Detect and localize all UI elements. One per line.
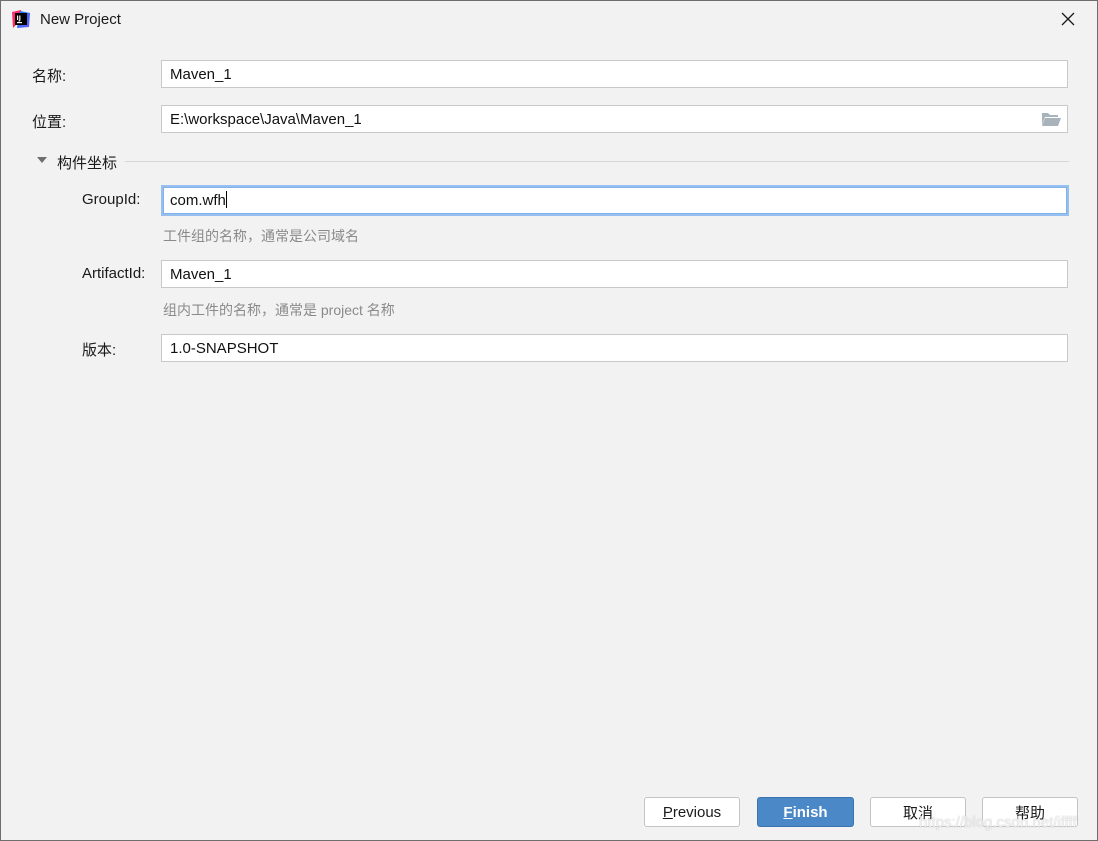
svg-text:IJ: IJ: [17, 15, 21, 22]
cancel-button[interactable]: 取消: [870, 797, 966, 827]
title-bar: IJ New Project: [1, 1, 1097, 39]
folder-open-icon[interactable]: [1041, 111, 1061, 127]
finish-mnemonic: F: [783, 803, 793, 821]
artifactid-input[interactable]: [161, 260, 1068, 288]
artifactid-hint: 组内工件的名称，通常是 project 名称: [163, 302, 395, 318]
section-divider: [125, 161, 1069, 162]
groupid-input[interactable]: com.wfh: [161, 185, 1069, 216]
location-input[interactable]: [161, 105, 1068, 133]
name-label: 名称:: [32, 68, 67, 85]
new-project-dialog: IJ New Project 名称: 位置: 构件坐标 GroupId: com…: [0, 0, 1098, 841]
version-label: 版本:: [82, 342, 117, 359]
previous-label: revious: [672, 803, 722, 821]
version-input[interactable]: [161, 334, 1068, 362]
collapse-triangle-icon[interactable]: [37, 157, 47, 163]
text-cursor: [225, 191, 227, 208]
location-label: 位置:: [32, 114, 67, 131]
close-icon: [1061, 12, 1075, 26]
close-button[interactable]: [1053, 5, 1083, 33]
intellij-idea-icon: IJ: [12, 10, 30, 28]
window-title: New Project: [40, 11, 121, 28]
groupid-label: GroupId:: [82, 191, 141, 208]
help-button[interactable]: 帮助: [982, 797, 1078, 827]
groupid-value: com.wfh: [170, 192, 226, 209]
finish-button[interactable]: Finish: [757, 797, 854, 827]
name-input[interactable]: [161, 60, 1068, 88]
previous-button[interactable]: Previous: [644, 797, 740, 827]
artifactid-label: ArtifactId:: [82, 265, 146, 282]
section-title[interactable]: 构件坐标: [57, 152, 117, 173]
groupid-hint: 工件组的名称，通常是公司域名: [163, 228, 359, 244]
artifact-coordinates-section: 构件坐标: [35, 151, 1069, 173]
previous-mnemonic: P: [662, 803, 673, 821]
finish-label: inish: [792, 803, 828, 821]
